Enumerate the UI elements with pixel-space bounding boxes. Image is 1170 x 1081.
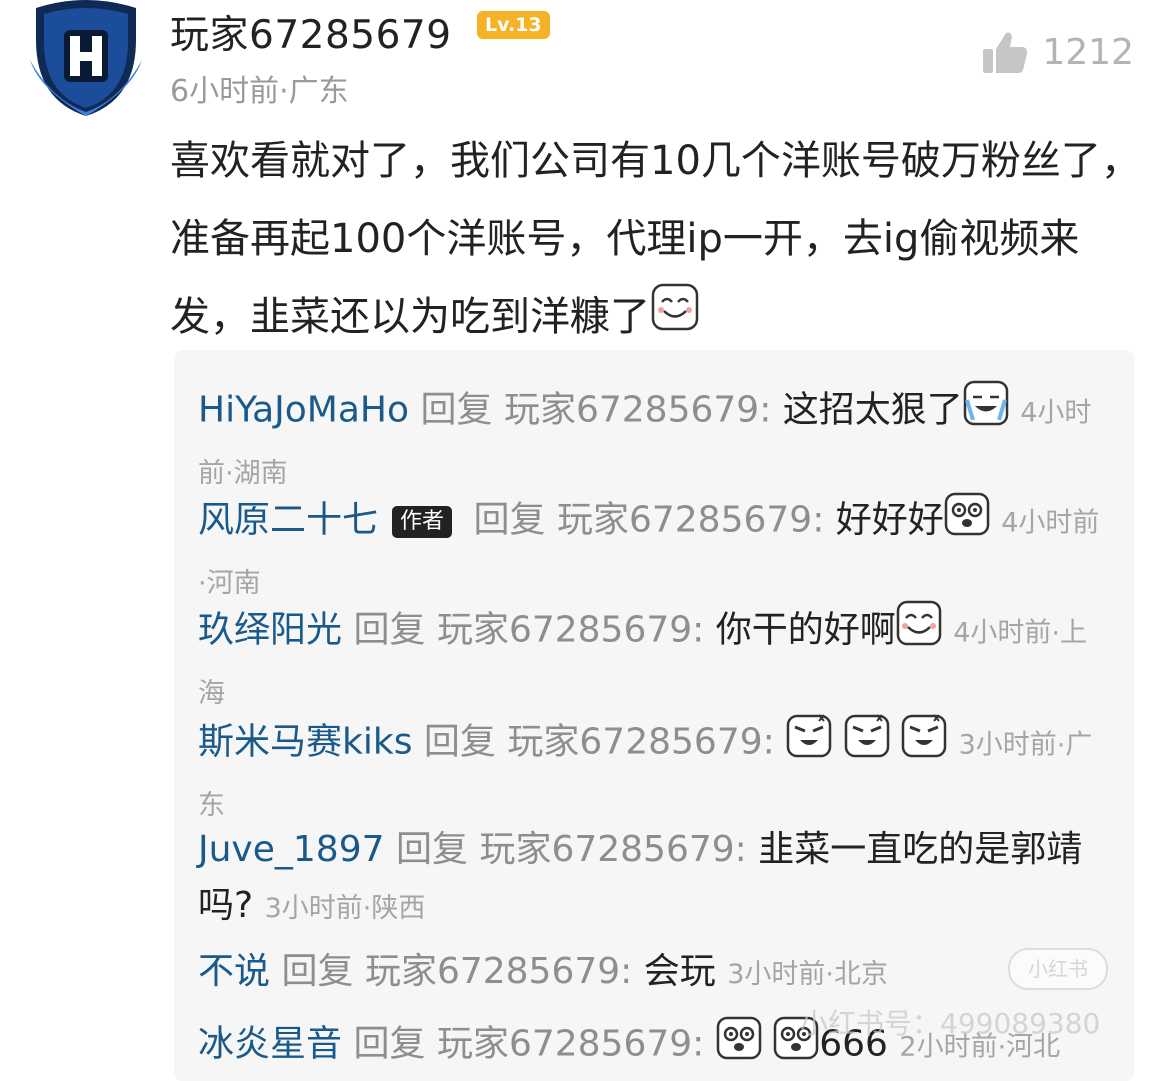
reply-author[interactable]: 冰炎星音: [198, 1024, 342, 1065]
level-badge: Lv.13: [477, 11, 550, 39]
crying-laugh-emoji-icon: [963, 380, 1009, 443]
reply-author[interactable]: 玖绎阳光: [198, 610, 342, 651]
reply-verb: 回复: [420, 389, 493, 431]
comment-author-name[interactable]: 玩家67285679: [170, 4, 452, 60]
reply-verb: 回复: [281, 951, 354, 992]
reply-verb: 回复: [395, 829, 468, 870]
reply-target[interactable]: 玩家67285679:: [437, 610, 704, 651]
reply-author[interactable]: HiYaJoMaHo: [198, 390, 409, 431]
angry-emoji-icon: [901, 712, 947, 775]
reply-item[interactable]: 不说 回复 玩家67285679: 会玩 3小时前北京: [198, 944, 1103, 1003]
reply-time: 3小时前: [727, 959, 826, 990]
reply-target[interactable]: 玩家67285679:: [437, 1024, 704, 1065]
reply-text: 会玩: [643, 951, 716, 992]
reply-time: 4小时前: [1001, 507, 1100, 539]
comment-text: 喜欢看就对了，我们公司有10几个洋账号破万粉丝了，准备再起100个洋账号，代理i…: [170, 122, 1145, 358]
reply-author[interactable]: 不说: [198, 951, 270, 992]
angry-emoji-icon: [786, 712, 832, 775]
avatar[interactable]: [22, 0, 150, 116]
reply-text: 好好好: [835, 499, 944, 541]
stunned-emoji-icon: [716, 1014, 762, 1077]
smile-emoji-icon: [650, 280, 700, 358]
reply-verb: 回复: [353, 1023, 426, 1065]
reply-text: 你干的好啊: [715, 609, 896, 651]
reply-target[interactable]: 玩家67285679:: [365, 951, 632, 992]
reply-item[interactable]: 斯米马赛kiks 回复 玩家67285679: 3小时前广东: [198, 712, 1103, 834]
thumbs-up-icon: [983, 32, 1028, 73]
comment-location: 广东: [279, 74, 349, 109]
reply-target[interactable]: 玩家67285679:: [479, 829, 746, 870]
team-logo-icon: [30, 0, 142, 116]
reply-author[interactable]: 风原二十七: [198, 500, 378, 541]
reply-location: 陕西: [363, 893, 426, 924]
reply-location: 湖南: [225, 458, 288, 489]
reply-author[interactable]: Juve_1897: [198, 829, 385, 870]
reply-location: 北京: [825, 959, 888, 990]
watermark-logo: 小红书: [1008, 948, 1108, 990]
like-count: 1212: [1042, 31, 1134, 73]
comment-meta: 6小时前广东: [170, 66, 349, 110]
reply-text: 这招太狠了: [782, 389, 963, 431]
reply-item[interactable]: 风原二十七作者 回复 玩家67285679: 好好好 4小时前河南: [198, 490, 1103, 612]
stunned-emoji-icon: [944, 490, 990, 553]
reply-location: 河南: [198, 568, 261, 599]
watermark-id: 小红书号：499089380: [800, 1007, 1101, 1040]
reply-author[interactable]: 斯米马赛kiks: [198, 722, 412, 763]
reply-verb: 回复: [423, 721, 496, 763]
like-button[interactable]: 1212: [982, 30, 1134, 74]
reply-target[interactable]: 玩家67285679:: [504, 390, 771, 431]
author-badge: 作者: [392, 505, 453, 538]
reply-target[interactable]: 玩家67285679:: [507, 722, 774, 763]
angry-emoji-icon: [844, 712, 890, 775]
reply-time: 3小时前: [958, 729, 1057, 761]
comment-time: 6小时前: [170, 74, 280, 109]
smile-emoji-icon: [896, 600, 942, 663]
reply-target[interactable]: 玩家67285679:: [557, 500, 824, 541]
reply-item[interactable]: HiYaJoMaHo 回复 玩家67285679: 这招太狠了 4小时前湖南: [198, 380, 1103, 502]
reply-item[interactable]: 玖绎阳光 回复 玩家67285679: 你干的好啊 4小时前上海: [198, 600, 1103, 722]
reply-item[interactable]: Juve_1897 回复 玩家67285679: 韭菜一直吃的是郭靖吗? 3小时…: [198, 822, 1103, 937]
reply-time: 3小时前: [264, 893, 363, 924]
reply-verb: 回复: [353, 609, 426, 651]
reply-time: 4小时前: [953, 617, 1052, 649]
reply-verb: 回复: [473, 499, 546, 541]
